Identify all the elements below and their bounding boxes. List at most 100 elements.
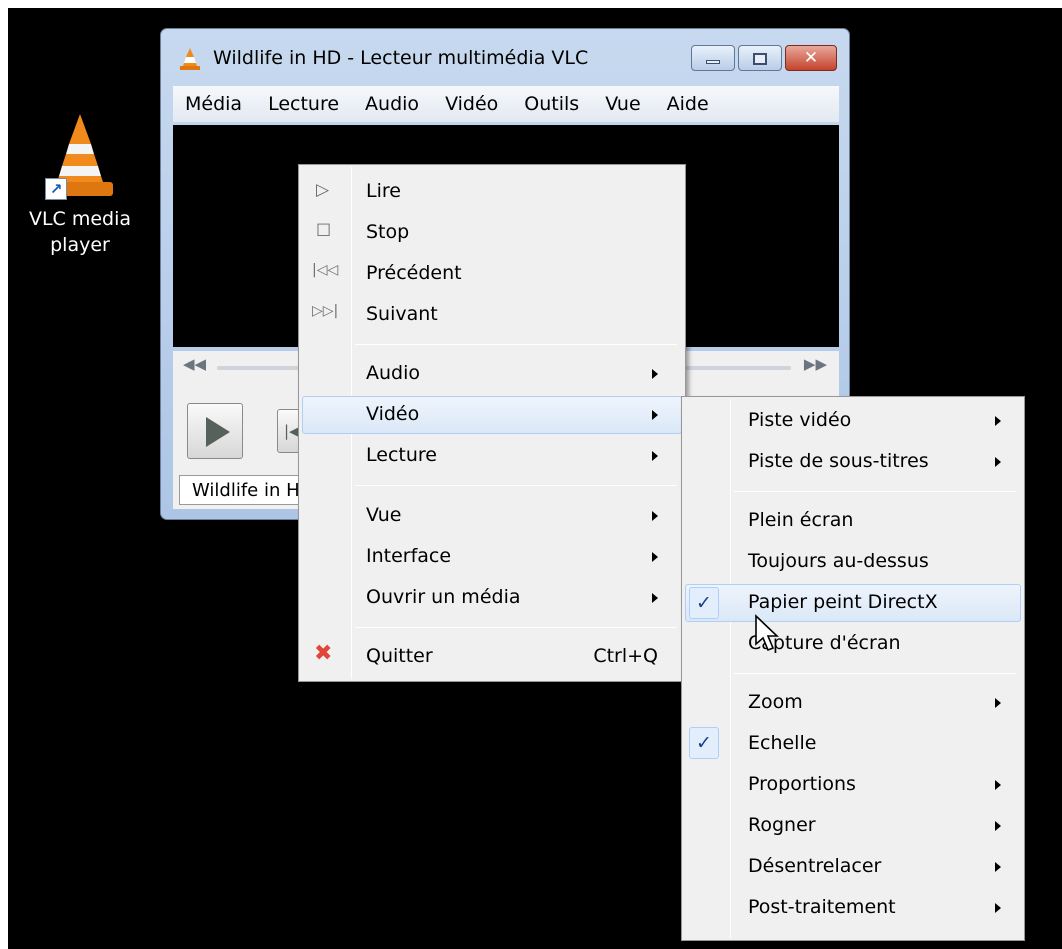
menu-item-interface[interactable]: Interface (302, 538, 682, 576)
menu-item-label: Toujours au-dessus (748, 550, 929, 572)
submenu-arrow-icon (995, 698, 1001, 708)
checkmark-icon: ✓ (689, 727, 719, 759)
submenu-arrow-icon (995, 821, 1001, 831)
title-bar[interactable]: Wildlife in HD - Lecteur multimédia VLC … (161, 29, 849, 81)
submenu-arrow-icon (995, 862, 1001, 872)
menu-item-toujours-au-dessus[interactable]: Toujours au-dessus (685, 543, 1021, 581)
minimize-icon (706, 60, 720, 64)
menu-item-label: Suivant (366, 303, 438, 325)
submenu-arrow-icon (652, 369, 658, 379)
menu-bar: Média Lecture Audio Vidéo Outils Vue Aid… (173, 86, 839, 122)
desktop-icon-label-line1: VLC media (28, 208, 132, 230)
menu-item-label: Précédent (366, 262, 462, 284)
menu-lecture[interactable]: Lecture (268, 93, 339, 115)
checkmark-icon: ✓ (689, 587, 719, 619)
menu-separator (355, 344, 677, 345)
previous-icon: |◁◁ (312, 262, 339, 278)
vlc-cone-icon: ↗ (45, 110, 115, 200)
menu-item-shortcut: Ctrl+Q (593, 645, 658, 667)
menu-item-precedent[interactable]: |◁◁ Précédent (302, 255, 682, 293)
menu-item-label: Audio (366, 362, 421, 384)
menu-item-ouvrir-un-media[interactable]: Ouvrir un média (302, 579, 682, 617)
play-button[interactable] (187, 403, 243, 459)
vlc-cone-icon (179, 47, 201, 75)
shortcut-arrow-icon: ↗ (45, 178, 67, 200)
menu-item-papier-peint-directx[interactable]: ✓ Papier peint DirectX (685, 584, 1021, 622)
mouse-cursor-icon (754, 614, 782, 654)
menu-item-label: Stop (366, 221, 410, 243)
desktop-icon-label-line2: player (50, 234, 110, 256)
menu-item-label: Vidéo (366, 403, 420, 425)
menu-separator (734, 673, 1016, 674)
submenu-arrow-icon (652, 410, 658, 420)
submenu-arrow-icon (652, 593, 658, 603)
menu-item-label: Ouvrir un média (366, 586, 521, 608)
close-icon: ✕ (803, 48, 819, 68)
menu-vue[interactable]: Vue (605, 93, 640, 115)
maximize-icon (753, 53, 767, 65)
submenu-arrow-icon (652, 511, 658, 521)
menu-item-label: Rogner (748, 814, 816, 836)
play-icon (206, 417, 230, 447)
menu-item-desentrelacer[interactable]: Désentrelacer (685, 848, 1021, 886)
submenu-arrow-icon (652, 451, 658, 461)
menu-item-label: Echelle (748, 732, 817, 754)
video-submenu: Piste vidéo Piste de sous-titres Plein é… (681, 396, 1025, 941)
window-title: Wildlife in HD - Lecteur multimédia VLC (213, 47, 589, 69)
menu-separator (734, 491, 1016, 492)
menu-item-piste-video[interactable]: Piste vidéo (685, 402, 1021, 440)
menu-audio[interactable]: Audio (365, 93, 419, 115)
menu-item-echelle[interactable]: ✓ Echelle (685, 725, 1021, 763)
menu-item-post-traitement[interactable]: Post-traitement (685, 889, 1021, 927)
menu-item-stop[interactable]: ☐ Stop (302, 214, 682, 252)
menu-item-lire[interactable]: ▷ Lire (302, 173, 682, 211)
menu-item-video[interactable]: Vidéo (302, 396, 682, 434)
menu-item-capture-ecran[interactable]: Capture d'écran (685, 625, 1021, 663)
rewind-icon[interactable]: ◀◀ (183, 355, 206, 373)
submenu-arrow-icon (652, 552, 658, 562)
menu-item-proportions[interactable]: Proportions (685, 766, 1021, 804)
menu-outils[interactable]: Outils (524, 93, 579, 115)
fast-forward-icon[interactable]: ▶▶ (804, 355, 827, 373)
submenu-arrow-icon (995, 457, 1001, 467)
maximize-button[interactable] (738, 45, 782, 71)
menu-item-lecture[interactable]: Lecture (302, 437, 682, 475)
minimize-button[interactable] (691, 45, 735, 71)
stop-icon: ☐ (316, 221, 332, 241)
menu-separator (355, 485, 677, 486)
caption-buttons: ✕ (691, 45, 837, 73)
submenu-arrow-icon (995, 780, 1001, 790)
vlc-desktop-shortcut[interactable]: ↗ VLC media player (20, 110, 140, 258)
next-icon: ▷▷| (312, 303, 339, 319)
menu-item-label: Zoom (748, 691, 803, 713)
menu-video[interactable]: Vidéo (445, 93, 498, 115)
menu-item-label: Désentrelacer (748, 855, 882, 877)
menu-item-label: Lecture (366, 444, 437, 466)
menu-separator (355, 627, 677, 628)
menu-item-rogner[interactable]: Rogner (685, 807, 1021, 845)
submenu-arrow-icon (995, 416, 1001, 426)
menu-item-label: Vue (366, 504, 402, 526)
menu-item-label: Quitter (366, 645, 433, 667)
menu-item-zoom[interactable]: Zoom (685, 684, 1021, 722)
menu-item-label: Interface (366, 545, 452, 567)
menu-item-quitter[interactable]: ✖ Quitter Ctrl+Q (302, 638, 682, 676)
menu-item-label: Post-traitement (748, 896, 896, 918)
submenu-arrow-icon (995, 903, 1001, 913)
menu-item-label: Lire (366, 180, 401, 202)
menu-item-label: Proportions (748, 773, 856, 795)
menu-item-label: Plein écran (748, 509, 854, 531)
menu-item-label: Papier peint DirectX (748, 591, 938, 613)
desktop-icon-label: VLC media player (20, 206, 140, 258)
context-menu: ▷ Lire ☐ Stop |◁◁ Précédent ▷▷| Suivant … (298, 164, 686, 682)
menu-item-label: Piste de sous-titres (748, 450, 929, 472)
menu-item-piste-sous-titres[interactable]: Piste de sous-titres (685, 443, 1021, 481)
menu-aide[interactable]: Aide (667, 93, 709, 115)
close-x-icon: ✖ (314, 641, 333, 666)
menu-item-audio[interactable]: Audio (302, 355, 682, 393)
menu-item-suivant[interactable]: ▷▷| Suivant (302, 296, 682, 334)
menu-item-plein-ecran[interactable]: Plein écran (685, 502, 1021, 540)
menu-media[interactable]: Média (185, 93, 242, 115)
close-button[interactable]: ✕ (785, 45, 837, 71)
menu-item-vue[interactable]: Vue (302, 497, 682, 535)
